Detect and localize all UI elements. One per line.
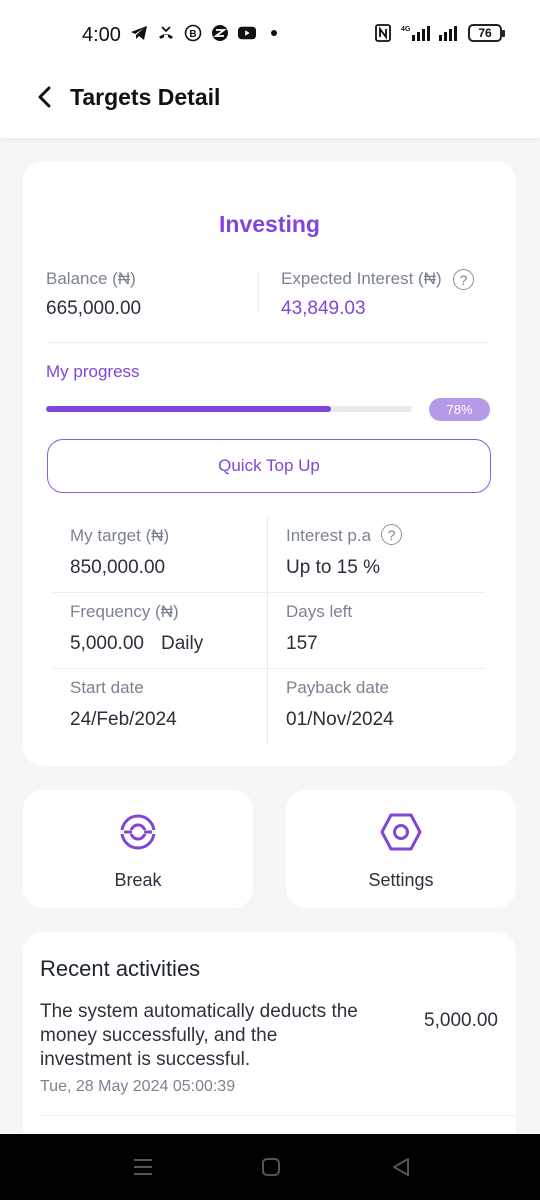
frequency-amount: 5,000.00 xyxy=(70,633,144,654)
section-divider xyxy=(46,342,490,343)
app-header: Targets Detail xyxy=(0,72,540,138)
start-date-value: 24/Feb/2024 xyxy=(70,709,177,730)
progress-label: My progress xyxy=(46,362,140,381)
quick-top-up-button[interactable]: Quick Top Up xyxy=(47,439,491,493)
notification-icons: B xyxy=(130,24,283,42)
svg-text:4G: 4G xyxy=(401,26,411,33)
dot-icon xyxy=(265,24,283,42)
my-target-label: My target (₦) xyxy=(70,526,170,545)
balance-value: 665,000.00 xyxy=(46,298,142,319)
b-app-icon: B xyxy=(184,24,202,42)
break-button[interactable]: Break xyxy=(23,790,253,908)
start-date-label: Start date xyxy=(70,678,144,697)
progress-fill xyxy=(46,406,332,412)
chevron-left-icon xyxy=(38,86,51,108)
missed-call-icon xyxy=(157,24,175,42)
grid-row-divider xyxy=(53,668,485,669)
target-name: Investing xyxy=(219,211,320,237)
interest-pa-label: Interest p.a xyxy=(286,526,372,545)
system-icons: 4G 76 xyxy=(374,24,505,42)
stat-divider xyxy=(258,271,259,311)
frequency-period: Daily xyxy=(161,633,204,654)
navigation-bar xyxy=(0,1134,540,1200)
interest-help-icon[interactable]: ? xyxy=(453,269,474,290)
app-logo-icon xyxy=(211,24,229,42)
balance-label: Balance (₦) xyxy=(46,269,136,288)
back-nav-icon[interactable] xyxy=(389,1156,413,1178)
grid-divider xyxy=(267,516,268,744)
payback-date-value: 01/Nov/2024 xyxy=(286,709,394,730)
activity-amount: 5,000.00 xyxy=(424,1010,498,1031)
target-summary-card: Investing Balance (₦) 665,000.00 Expecte… xyxy=(23,161,516,766)
break-label: Break xyxy=(114,870,162,890)
status-bar: 4:00 B 4G 76 xyxy=(0,0,540,72)
frequency-label: Frequency (₦) xyxy=(70,602,179,621)
expected-interest-label: Expected Interest (₦) xyxy=(281,269,442,288)
progress-badge: 78% xyxy=(429,398,490,421)
hexagon-gear-icon xyxy=(286,812,516,852)
interest-pa-value: Up to 15 % xyxy=(286,557,380,578)
page-title: Targets Detail xyxy=(70,84,221,110)
signal-icon xyxy=(438,24,460,42)
activities-title: Recent activities xyxy=(40,956,201,981)
youtube-icon xyxy=(238,24,256,42)
settings-button[interactable]: Settings xyxy=(286,790,516,908)
my-target-value: 850,000.00 xyxy=(70,557,166,578)
back-button[interactable] xyxy=(30,82,60,112)
activity-separator xyxy=(40,1115,516,1116)
nfc-icon xyxy=(374,24,392,42)
progress-bar xyxy=(46,406,412,412)
target-break-icon xyxy=(23,812,253,852)
home-icon[interactable] xyxy=(259,1156,283,1178)
days-left-label: Days left xyxy=(286,602,353,621)
status-time: 4:00 xyxy=(82,24,121,46)
battery-indicator: 76 xyxy=(468,24,505,42)
svg-text:B: B xyxy=(189,29,196,40)
settings-label: Settings xyxy=(368,870,434,890)
days-left-value: 157 xyxy=(286,633,318,654)
recent-activities-card: Recent activities The system automatical… xyxy=(23,932,516,1162)
telegram-icon xyxy=(130,24,148,42)
payback-date-label: Payback date xyxy=(286,678,390,697)
menu-icon[interactable] xyxy=(131,1156,155,1178)
interest-pa-help-icon[interactable]: ? xyxy=(381,524,402,545)
signal-4g-icon: 4G xyxy=(400,24,430,42)
activity-description: The system automatically deducts the mon… xyxy=(40,1001,358,1070)
expected-interest-value: 43,849.03 xyxy=(281,298,366,319)
grid-row-divider xyxy=(53,592,485,593)
activity-time: Tue, 28 May 2024 05:00:39 xyxy=(40,1078,236,1095)
